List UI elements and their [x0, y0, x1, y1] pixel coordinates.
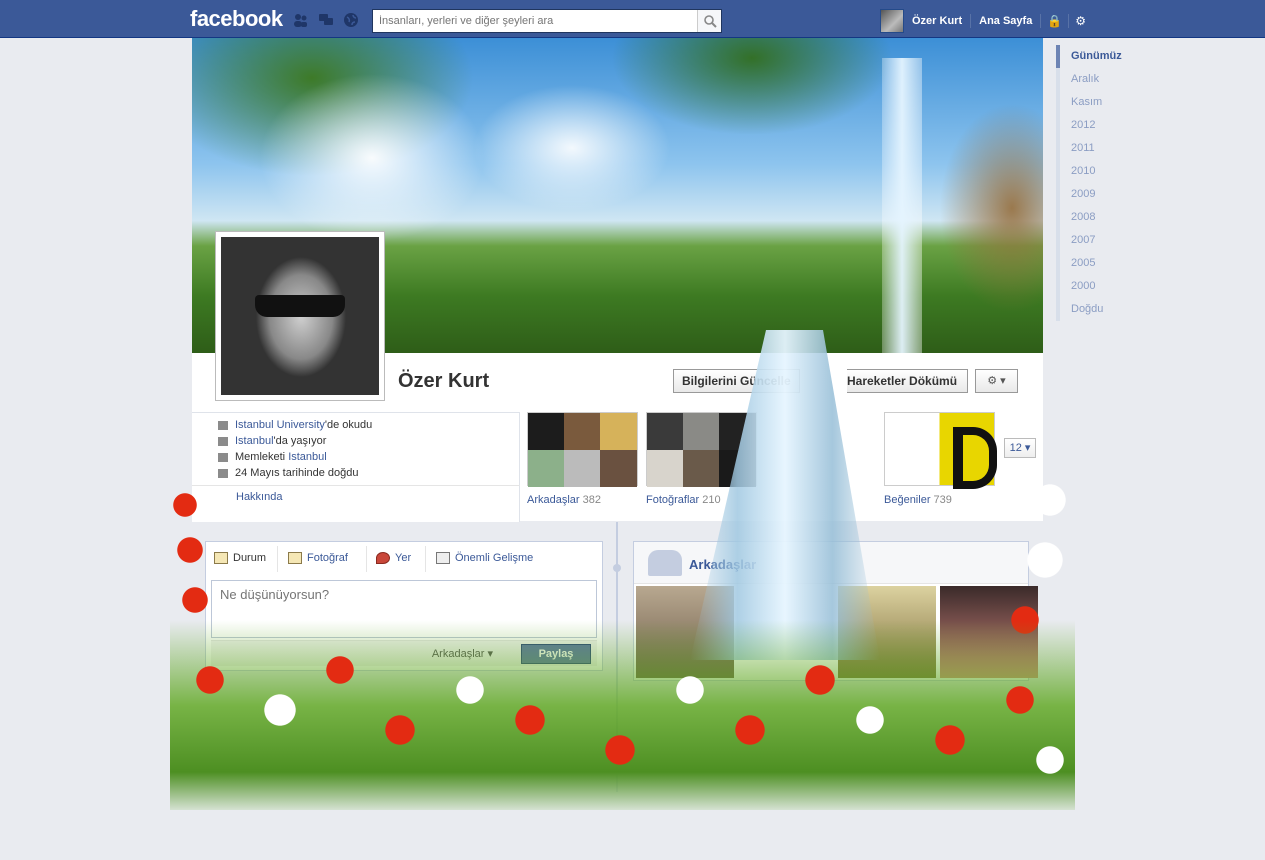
likes-tile-label[interactable]: Beğeniler 739 — [884, 494, 952, 506]
likes-tile[interactable] — [884, 412, 997, 489]
calendar-icon — [218, 468, 228, 478]
profile-info-box: Istanbul University'de okudu Istanbul'da… — [192, 412, 520, 522]
city-text: Istanbul'da yaşıyor — [235, 435, 326, 447]
year-item-2007[interactable]: 2007 — [1056, 229, 1156, 252]
divider — [425, 546, 426, 572]
hometown-link[interactable]: Istanbul — [288, 451, 327, 463]
photo-icon — [288, 552, 302, 564]
tab-photo-label: Fotoğraf — [307, 552, 348, 564]
timeline-spine — [616, 522, 618, 792]
likes-count: 739 — [933, 494, 952, 506]
photos-count: 210 — [702, 494, 721, 506]
search-button[interactable] — [697, 10, 721, 32]
friends-tile-label[interactable]: Arkadaşlar 382 — [527, 494, 601, 506]
birthday-row: 24 Mayıs tarihinde doğdu — [218, 467, 359, 479]
photos-tile-label[interactable]: Fotoğraflar 210 — [646, 494, 721, 506]
tab-status-label: Durum — [233, 552, 267, 564]
year-item-december[interactable]: Aralık — [1056, 68, 1156, 91]
settings-gear-icon[interactable]: ⚙ — [1068, 14, 1092, 28]
tab-place-label: Yer — [395, 552, 412, 564]
friends-count: 382 — [582, 494, 601, 506]
year-item-now[interactable]: Günümüz — [1056, 45, 1156, 68]
divider — [192, 485, 520, 486]
tab-photo[interactable]: Fotoğraf — [288, 552, 348, 564]
year-item-november[interactable]: Kasım — [1056, 91, 1156, 114]
audience-selector[interactable]: Arkadaşlar ▾ — [432, 647, 493, 660]
divider — [277, 546, 278, 572]
tab-status[interactable]: Durum — [214, 552, 266, 564]
home-link[interactable]: Ana Sayfa — [971, 14, 1042, 28]
privacy-lock-icon[interactable]: 🔒 — [1041, 14, 1068, 28]
education-text: Istanbul University'de okudu — [235, 419, 372, 431]
friends-tile[interactable] — [527, 412, 638, 487]
year-item-2009[interactable]: 2009 — [1056, 183, 1156, 206]
user-avatar[interactable] — [880, 9, 904, 33]
update-info-button[interactable]: Bilgilerini Güncelle — [673, 369, 800, 393]
year-item-2008[interactable]: 2008 — [1056, 206, 1156, 229]
cover-waterfall — [882, 58, 922, 353]
map-pin-icon — [376, 552, 390, 564]
book-icon — [436, 552, 450, 564]
tab-life-event-label: Önemli Gelişme — [455, 552, 534, 564]
year-item-2010[interactable]: 2010 — [1056, 160, 1156, 183]
timeline-dot — [613, 564, 621, 572]
status-input[interactable] — [211, 580, 597, 638]
friends-box-header[interactable]: Arkadaşlar — [634, 542, 1028, 584]
city-link[interactable]: Istanbul — [235, 435, 274, 447]
about-link[interactable]: Hakkında — [236, 491, 282, 503]
profile-name[interactable]: Özer Kurt — [398, 370, 489, 393]
status-pencil-icon — [214, 552, 228, 564]
activity-log-button[interactable]: Hareketler Dökümü — [847, 369, 969, 393]
friends-label: Arkadaşlar — [527, 494, 580, 506]
profile-link[interactable]: Özer Kurt — [904, 14, 972, 28]
profile-settings-button[interactable]: ⚙ ▾ — [975, 369, 1018, 393]
city-suffix: 'da yaşıyor — [273, 435, 327, 447]
more-sections-dropdown[interactable]: 12 ▾ — [1004, 438, 1036, 458]
education-row: Istanbul University'de okudu — [218, 419, 372, 431]
hometown-prefix: Memleketi — [235, 451, 289, 463]
year-item-2000[interactable]: 2000 — [1056, 275, 1156, 298]
building-icon — [218, 436, 228, 446]
current-city-row: Istanbul'da yaşıyor — [218, 435, 326, 447]
friend-requests-icon[interactable] — [292, 12, 308, 28]
tab-life-event[interactable]: Önemli Gelişme — [436, 552, 533, 564]
year-item-2012[interactable]: 2012 — [1056, 114, 1156, 137]
photos-tile[interactable] — [646, 412, 757, 487]
school-link[interactable]: Istanbul University — [235, 419, 325, 431]
friends-box-title[interactable]: Arkadaşlar — [689, 557, 756, 572]
composer-footer: Arkadaşlar ▾ Paylaş — [211, 640, 597, 666]
graduation-cap-icon — [218, 420, 228, 430]
messages-icon[interactable] — [318, 12, 334, 28]
year-item-2005[interactable]: 2005 — [1056, 252, 1156, 275]
house-icon — [218, 452, 228, 462]
search-icon — [704, 15, 717, 28]
friend-photo[interactable] — [838, 586, 936, 678]
timeline-year-navigation: Günümüz Aralık Kasım 2012 2011 2010 2009… — [1056, 45, 1156, 321]
status-composer: Durum Fotoğraf Yer Önemli Gelişme Arkada… — [205, 541, 603, 671]
friends-icon — [648, 550, 682, 576]
hometown-row: Memleketi Istanbul — [218, 451, 327, 463]
profile-picture[interactable] — [215, 231, 385, 401]
friend-photo[interactable] — [636, 586, 734, 678]
search-input[interactable] — [373, 10, 693, 32]
search-box — [372, 9, 722, 33]
tab-place[interactable]: Yer — [376, 552, 411, 564]
photos-label: Fotoğraflar — [646, 494, 700, 506]
notifications-globe-icon[interactable] — [343, 12, 359, 28]
year-item-2011[interactable]: 2011 — [1056, 137, 1156, 160]
share-button[interactable]: Paylaş — [521, 644, 591, 664]
friend-photo[interactable] — [940, 586, 1038, 678]
school-suffix: 'de okudu — [324, 419, 373, 431]
hometown-text: Memleketi Istanbul — [235, 451, 327, 463]
friends-box: Arkadaşlar — [633, 541, 1038, 681]
profile-photo-image — [221, 237, 379, 395]
account-navigation: Özer Kurt Ana Sayfa 🔒 ⚙ — [880, 9, 1092, 33]
sunglasses — [255, 295, 345, 317]
year-item-born[interactable]: Doğdu — [1056, 298, 1156, 321]
top-navigation-bar: facebook Özer Kurt Ana Sayfa 🔒 ⚙ — [0, 0, 1265, 38]
birthday-text: 24 Mayıs tarihinde doğdu — [235, 467, 359, 479]
likes-label: Beğeniler — [884, 494, 931, 506]
divider — [366, 546, 367, 572]
facebook-logo[interactable]: facebook — [190, 6, 283, 32]
